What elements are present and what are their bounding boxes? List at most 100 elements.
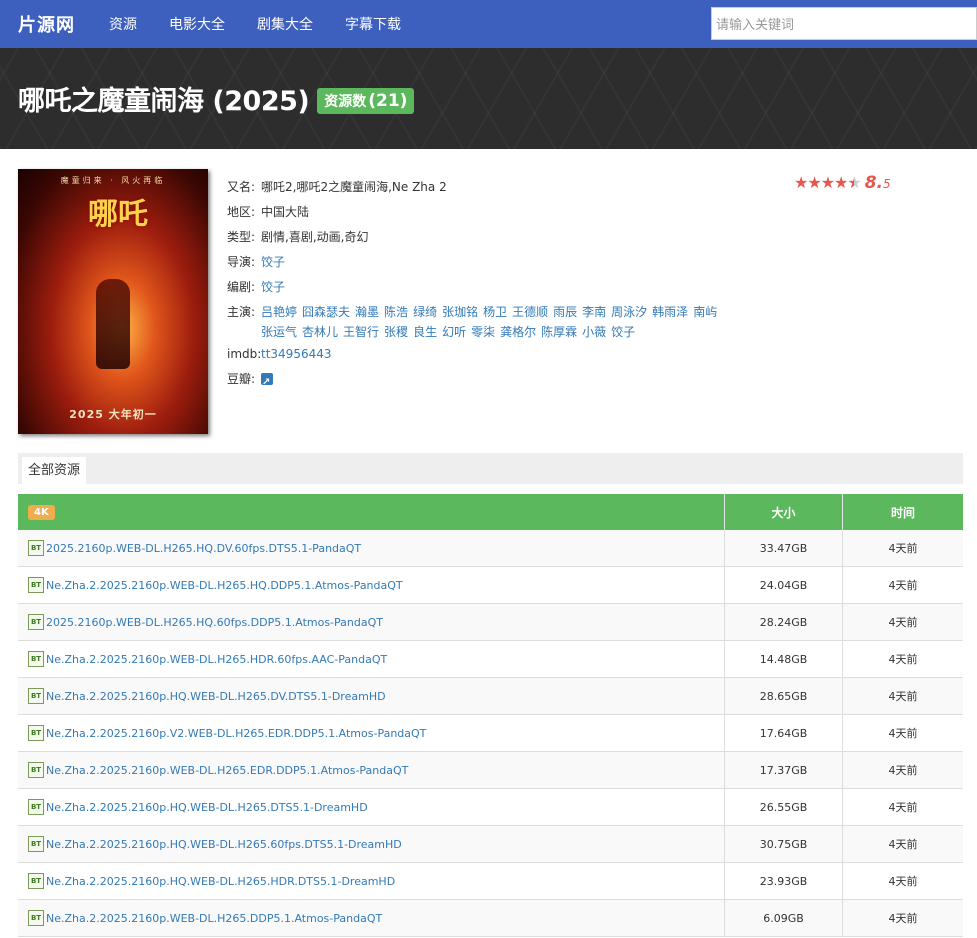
file-size-cell: 17.64GB [725, 715, 843, 751]
file-link[interactable]: Ne.Zha.2.2025.2160p.HQ.WEB-DL.H265.HDR.D… [46, 875, 395, 888]
cast-member-link[interactable]: 良生 [413, 322, 437, 342]
nav-item-subtitles[interactable]: 字幕下载 [329, 14, 417, 34]
imdb-label: imdb: [227, 347, 262, 361]
file-size-cell: 28.65GB [725, 678, 843, 714]
movie-info: 魔童归来 · 风火再临 哪吒 2025 大年初一 又名: 哪吒2,哪吒2之魔童闹… [0, 149, 977, 445]
file-link[interactable]: Ne.Zha.2.2025.2160p.HQ.WEB-DL.H265.DTS5.… [46, 801, 368, 814]
cast-member-link[interactable]: 杨卫 [483, 302, 507, 322]
file-name-cell: BT Ne.Zha.2.2025.2160p.WEB-DL.H265.HQ.DDP… [18, 567, 725, 603]
cast-member-link[interactable]: 雨辰 [553, 302, 577, 322]
cast-row: 主演: 吕艳婷 囧森瑟夫 瀚墨 陈浩 绿绮 张珈铭 杨卫 王德顺 雨辰 李南 周泳汐 韩雨泽 南屿张运气… [227, 300, 757, 342]
director-link[interactable]: 饺子 [261, 250, 285, 275]
file-name-cell: BT Ne.Zha.2.2025.2160p.HQ.WEB-DL.H265.DV.… [18, 678, 725, 714]
bt-torrent-icon: BT [28, 540, 44, 556]
alias-value: 哪吒2,哪吒2之魔童闹海,Ne Zha 2 [261, 180, 447, 194]
cast-member-link[interactable]: 张运气 [261, 322, 297, 342]
external-link-icon[interactable] [261, 370, 273, 395]
table-row: BT Ne.Zha.2.2025.2160p.HQ.WEB-DL.H265.DTS… [18, 789, 963, 826]
nav-item-series[interactable]: 剧集大全 [241, 14, 329, 34]
site-logo[interactable]: 片源网 [18, 11, 75, 37]
douban-row: 豆瓣: [227, 367, 757, 395]
director-label: 导演: [227, 255, 256, 269]
movie-details: 又名: 哪吒2,哪吒2之魔童闹海,Ne Zha 2 地区: 中国大陆 类型: 剧… [227, 175, 757, 395]
cast-member-link[interactable]: 张稷 [384, 322, 408, 342]
poster-logo: 哪吒 [88, 197, 148, 232]
resource-count-value: (21) [368, 90, 408, 111]
cast-member-link[interactable]: 幻听 [442, 322, 466, 342]
cast-member-link[interactable]: 小薇 [582, 322, 606, 342]
alias-label: 又名: [227, 180, 256, 194]
table-row: BT Ne.Zha.2.2025.2160p.WEB-DL.H265.DDP5.1… [18, 900, 963, 937]
region-label: 地区: [227, 205, 256, 219]
douban-label: 豆瓣: [227, 372, 256, 386]
table-row: BT Ne.Zha.2.2025.2160p.WEB-DL.H265.HDR.60… [18, 641, 963, 678]
table-row: BT Ne.Zha.2.2025.2160p.V2.WEB-DL.H265.EDR… [18, 715, 963, 752]
search-input[interactable]: 请输入关键词 [711, 7, 977, 40]
cast-member-link[interactable]: 南屿 [693, 302, 717, 322]
table-row: BT Ne.Zha.2.2025.2160p.WEB-DL.H265.HQ.DDP… [18, 567, 963, 604]
cast-member-link[interactable]: 囧森瑟夫 [302, 302, 350, 322]
table-row: BT 2025.2160p.WEB-DL.H265.HQ.DV.60fps.DTS… [18, 530, 963, 567]
table-row: BT Ne.Zha.2.2025.2160p.HQ.WEB-DL.H265.60f… [18, 826, 963, 863]
file-link[interactable]: Ne.Zha.2.2025.2160p.WEB-DL.H265.HDR.60fp… [46, 653, 387, 666]
cast-member-link[interactable]: 韩雨泽 [652, 302, 688, 322]
column-time-header: 时间 [890, 505, 915, 520]
file-time-cell: 4天前 [888, 653, 918, 666]
poster-figure [96, 279, 130, 369]
cast-member-link[interactable]: 杏林儿 [302, 322, 338, 342]
file-name-cell: BT 2025.2160p.WEB-DL.H265.HQ.DV.60fps.DTS… [18, 530, 725, 566]
bt-torrent-icon: BT [28, 762, 44, 778]
cast-list: 吕艳婷 囧森瑟夫 瀚墨 陈浩 绿绮 张珈铭 杨卫 王德顺 雨辰 李南 周泳汐 韩雨泽 南屿张运气 杏林儿王… [261, 300, 757, 342]
nav-item-resources[interactable]: 资源 [93, 14, 153, 34]
cast-member-link[interactable]: 饺子 [611, 322, 635, 342]
file-time-cell: 4天前 [888, 690, 918, 703]
file-link[interactable]: Ne.Zha.2.2025.2160p.V2.WEB-DL.H265.EDR.D… [46, 727, 426, 740]
resource-tabs: 全部资源 [18, 453, 963, 484]
cast-member-link[interactable]: 王德顺 [512, 302, 548, 322]
file-time-cell: 4天前 [888, 579, 918, 592]
cast-member-link[interactable]: 零柒 [471, 322, 495, 342]
file-size-cell: 24.04GB [725, 567, 843, 603]
file-link[interactable]: 2025.2160p.WEB-DL.H265.HQ.60fps.DDP5.1.A… [46, 616, 383, 629]
file-link[interactable]: 2025.2160p.WEB-DL.H265.HQ.DV.60fps.DTS5.… [46, 542, 361, 555]
cast-member-link[interactable]: 周泳汐 [611, 302, 647, 322]
table-body: BT 2025.2160p.WEB-DL.H265.HQ.DV.60fps.DTS… [18, 530, 963, 937]
file-size-cell: 30.75GB [725, 826, 843, 862]
file-time-cell: 4天前 [888, 875, 918, 888]
file-name-cell: BT Ne.Zha.2.2025.2160p.HQ.WEB-DL.H265.HDR… [18, 863, 725, 899]
file-name-cell: BT 2025.2160p.WEB-DL.H265.HQ.60fps.DDP5.1… [18, 604, 725, 640]
file-size-cell: 28.24GB [725, 604, 843, 640]
file-link[interactable]: Ne.Zha.2.2025.2160p.WEB-DL.H265.HQ.DDP5.… [46, 579, 403, 592]
file-link[interactable]: Ne.Zha.2.2025.2160p.WEB-DL.H265.EDR.DDP5… [46, 764, 408, 777]
cast-member-link[interactable]: 瀚墨 [355, 302, 379, 322]
cast-member-link[interactable]: 张珈铭 [442, 302, 478, 322]
file-link[interactable]: Ne.Zha.2.2025.2160p.HQ.WEB-DL.H265.60fps… [46, 838, 402, 851]
table-row: BT Ne.Zha.2.2025.2160p.HQ.WEB-DL.H265.HDR… [18, 863, 963, 900]
column-size-header: 大小 [725, 494, 843, 530]
file-link[interactable]: Ne.Zha.2.2025.2160p.HQ.WEB-DL.H265.DV.DT… [46, 690, 386, 703]
cast-member-link[interactable]: 陈厚霖 [541, 322, 577, 342]
cast-member-link[interactable]: 陈浩 [384, 302, 408, 322]
cast-member-link[interactable]: 龚格尔 [500, 322, 536, 342]
imdb-row: imdb: tt34956443 [227, 342, 757, 367]
file-time-cell: 4天前 [888, 727, 918, 740]
file-name-cell: BT Ne.Zha.2.2025.2160p.WEB-DL.H265.EDR.DD… [18, 752, 725, 788]
file-size-cell: 33.47GB [725, 530, 843, 566]
file-size-cell: 26.55GB [725, 789, 843, 825]
rating: ★★★★★ 8. 5 [794, 173, 891, 193]
bt-torrent-icon: BT [28, 799, 44, 815]
tab-all-resources[interactable]: 全部资源 [22, 457, 87, 484]
file-name-cell: BT Ne.Zha.2.2025.2160p.HQ.WEB-DL.H265.DTS… [18, 789, 725, 825]
top-navbar: 片源网 资源 电影大全 剧集大全 字幕下载 请输入关键词 [0, 0, 977, 48]
rating-stars-icon: ★★★★★ [794, 173, 862, 192]
table-row: BT 2025.2160p.WEB-DL.H265.HQ.60fps.DDP5.1… [18, 604, 963, 641]
cast-member-link[interactable]: 吕艳婷 [261, 302, 297, 322]
file-link[interactable]: Ne.Zha.2.2025.2160p.WEB-DL.H265.DDP5.1.A… [46, 912, 382, 925]
cast-member-link[interactable]: 王智行 [343, 322, 379, 342]
nav-item-movies[interactable]: 电影大全 [153, 14, 241, 34]
imdb-link[interactable]: tt34956443 [261, 342, 332, 367]
cast-member-link[interactable]: 李南 [582, 302, 606, 322]
cast-member-link[interactable]: 绿绮 [413, 302, 437, 322]
table-row: BT Ne.Zha.2.2025.2160p.WEB-DL.H265.EDR.DD… [18, 752, 963, 789]
writer-link[interactable]: 饺子 [261, 275, 285, 300]
